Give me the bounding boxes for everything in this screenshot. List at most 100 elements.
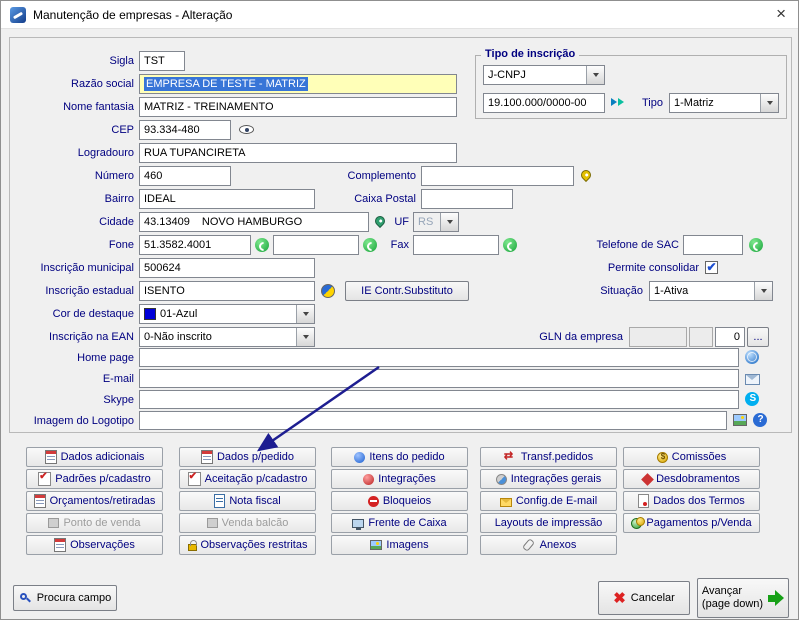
cidade-input[interactable]: 43.13409 NOVO HAMBURGO (139, 212, 369, 232)
fax-label: Fax (383, 235, 409, 255)
cidade-label: Cidade (3, 212, 134, 232)
monitor-icon (352, 519, 364, 528)
numero-input[interactable] (139, 166, 231, 186)
cep-label: CEP (3, 120, 134, 140)
whatsapp-icon[interactable] (363, 238, 377, 252)
inscricao-ean-label: Inscrição na EAN (3, 327, 134, 347)
cnpj-input[interactable] (483, 93, 605, 113)
cancelar-button[interactable]: ✖ Cancelar (598, 581, 690, 615)
skype-label: Skype (3, 390, 134, 410)
complemento-input[interactable] (421, 166, 574, 186)
fone2-input[interactable] (273, 235, 359, 255)
sac-input[interactable] (683, 235, 743, 255)
button-desdobramentos[interactable]: Desdobramentos (623, 469, 760, 489)
cnpj-lookup-icon[interactable] (611, 96, 626, 108)
globe-icon[interactable] (745, 350, 759, 364)
gln-label: GLN da empresa (499, 327, 623, 347)
button-itens-do-pedido[interactable]: Itens do pedido (331, 447, 468, 467)
sintegra-lookup-icon[interactable] (321, 284, 335, 298)
app-icon (10, 7, 26, 23)
button-orcamentos-retiradas[interactable]: Orçamentos/retiradas (26, 491, 163, 511)
procura-campo-button[interactable]: Procura campo (13, 585, 117, 611)
fax-input[interactable] (413, 235, 499, 255)
button-comissoes[interactable]: Comissões (623, 447, 760, 467)
button-label: Observações (70, 539, 135, 551)
whatsapp-icon[interactable] (749, 238, 763, 252)
button-pagamentos-p-venda[interactable]: Pagamentos p/Venda (623, 513, 760, 533)
button-nota-fiscal[interactable]: Nota fiscal (179, 491, 316, 511)
button-label: Padrões p/cadastro (55, 473, 150, 485)
button-label: Config.de E-mail (516, 495, 597, 507)
clip-icon (522, 538, 535, 552)
inscricao-ean-select[interactable]: 0-Não inscrito (139, 327, 315, 347)
button-observacoes[interactable]: Observações (26, 535, 163, 555)
situacao-select[interactable]: 1-Ativa (649, 281, 773, 301)
sigla-input[interactable] (139, 51, 185, 71)
chevron-down-icon (296, 305, 314, 323)
caixa-postal-input[interactable] (421, 189, 513, 209)
nome-fantasia-input[interactable] (139, 97, 457, 117)
ie-contr-substituto-button[interactable]: IE Contr.Substituto (345, 281, 469, 301)
button-layouts-de-impressao[interactable]: Layouts de impressão (480, 513, 617, 533)
inscricao-municipal-input[interactable] (139, 258, 315, 278)
avancar-button[interactable]: Avançar (page down) (697, 578, 789, 618)
button-dados-adicionais[interactable]: Dados adicionais (26, 447, 163, 467)
sphere-icon (363, 474, 374, 485)
chevron-down-icon (760, 94, 778, 112)
image-file-icon[interactable] (733, 414, 747, 426)
button-label: Avançar (page down) (702, 585, 763, 611)
razao-social-label: Razão social (3, 74, 134, 94)
gln-more-button[interactable]: ... (747, 327, 769, 347)
skype-input[interactable] (139, 390, 739, 409)
fone1-input[interactable] (139, 235, 251, 255)
button-dados-p-pedido[interactable]: Dados p/pedido (179, 447, 316, 467)
inscricao-estadual-input[interactable] (139, 281, 315, 301)
email-input[interactable] (139, 369, 739, 388)
button-integracoes-gerais[interactable]: Integrações gerais (480, 469, 617, 489)
logotipo-input[interactable] (139, 411, 727, 430)
situacao-label: Situação (561, 281, 643, 301)
button-anexos[interactable]: Anexos (480, 535, 617, 555)
button-integracoes[interactable]: Integrações (331, 469, 468, 489)
whatsapp-icon[interactable] (503, 238, 517, 252)
skype-icon[interactable] (745, 392, 759, 406)
permite-consolidar-checkbox[interactable]: ✔ (705, 261, 718, 274)
tipo-matriz-select[interactable]: 1-Matriz (669, 93, 779, 113)
tipo-documento-select[interactable]: J-CNPJ (483, 65, 605, 85)
button-observacoes-restritas[interactable]: Observações restritas (179, 535, 316, 555)
button-label: Itens do pedido (369, 451, 444, 463)
cor-destaque-select[interactable]: 01-Azul (139, 304, 315, 324)
logradouro-label: Logradouro (3, 143, 134, 163)
uf-value: RS (414, 213, 440, 231)
tipo-inscricao-legend: Tipo de inscrição (481, 48, 579, 60)
chevron-down-icon (754, 282, 772, 300)
button-imagens[interactable]: Imagens (331, 535, 468, 555)
button-label: Procura campo (37, 592, 112, 604)
cep-lookup-icon[interactable] (239, 125, 254, 134)
razao-social-input[interactable]: EMPRESA DE TESTE - MATRIZ (139, 74, 457, 94)
cep-input[interactable] (139, 120, 231, 140)
money-icon (657, 452, 668, 463)
button-label: Cancelar (631, 592, 675, 604)
button-transf-pedidos[interactable]: Transf.pedidos (480, 447, 617, 467)
button-aceitacao-p-cadastro[interactable]: Aceitação p/cadastro (179, 469, 316, 489)
button-label: Ponto de venda (63, 517, 140, 529)
homepage-input[interactable] (139, 348, 739, 367)
button-bloqueios[interactable]: Bloqueios (331, 491, 468, 511)
close-icon[interactable]: × (776, 4, 786, 24)
button-config-de-e-mail[interactable]: Config.de E-mail (480, 491, 617, 511)
envelope-icon[interactable] (745, 374, 760, 385)
bairro-input[interactable] (139, 189, 315, 209)
selected-text: EMPRESA DE TESTE - MATRIZ (144, 77, 308, 91)
fone-label: Fone (3, 235, 134, 255)
button-frente-de-caixa[interactable]: Frente de Caixa (331, 513, 468, 533)
button-dados-dos-termos[interactable]: Dados dos Termos (623, 491, 760, 511)
inscricao-ean-value: 0-Não inscrito (140, 328, 296, 346)
cidade-codigo: 43.13409 (144, 216, 190, 228)
gln-input-3[interactable] (715, 327, 745, 347)
mail-icon (500, 498, 512, 507)
button-padroes-p-cadastro[interactable]: Padrões p/cadastro (26, 469, 163, 489)
logradouro-input[interactable] (139, 143, 457, 163)
help-icon[interactable] (753, 413, 767, 427)
whatsapp-icon[interactable] (255, 238, 269, 252)
